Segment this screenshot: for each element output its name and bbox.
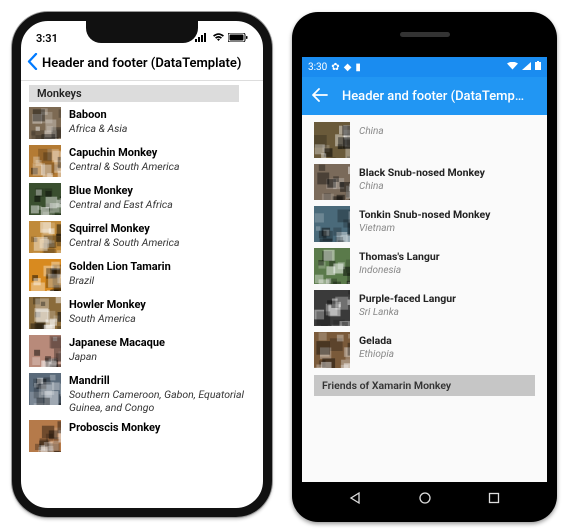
list-item[interactable]: Japanese MacaqueJapan	[29, 332, 255, 370]
monkey-name: Mandrill	[69, 374, 255, 387]
monkey-location: Southern Cameroon, Gabon, Equatorial Gui…	[69, 388, 255, 414]
android-app-bar: Header and footer (DataTemp…	[302, 77, 547, 115]
iphone-device: 3:31 Header and footer (DataTemplate) Mo…	[12, 12, 272, 517]
list-item[interactable]: Howler MonkeySouth America	[29, 294, 255, 332]
monkey-location: Indonesia	[359, 265, 440, 276]
gear-icon: ✿	[331, 62, 339, 73]
monkey-name: Japanese Macaque	[69, 336, 165, 349]
debug-icon: ▮	[355, 62, 361, 73]
monkey-thumbnail	[314, 164, 350, 200]
android-clock: 3:30	[308, 62, 327, 73]
android-overview-icon[interactable]	[487, 490, 501, 504]
android-status-bar: 3:30 ✿ ◆ ▮	[302, 57, 547, 77]
monkey-thumbnail	[314, 290, 350, 326]
android-earpiece	[400, 32, 450, 37]
monkey-location: Central & South America	[69, 160, 180, 173]
monkey-name: Golden Lion Tamarin	[69, 260, 171, 273]
android-back-icon[interactable]	[348, 490, 362, 504]
battery-icon	[535, 61, 541, 73]
monkey-location: Brazil	[69, 274, 171, 287]
android-screen: 3:30 ✿ ◆ ▮ Header and footer	[302, 57, 547, 482]
monkey-name: Proboscis Monkey	[69, 421, 160, 434]
monkey-location: Africa & Asia	[69, 122, 127, 135]
list-item[interactable]: China	[314, 119, 535, 161]
iphone-notch	[86, 21, 198, 43]
wifi-icon	[507, 62, 518, 73]
monkey-location: Ethiopia	[359, 349, 394, 360]
android-list[interactable]: China Black Snub-nosed Monkey China Tonkin …	[302, 115, 547, 482]
list-item[interactable]: Capuchin MonkeyCentral & South America	[29, 142, 255, 180]
monkey-name: Howler Monkey	[69, 298, 146, 311]
monkey-thumbnail	[29, 297, 61, 329]
monkey-thumbnail	[29, 373, 61, 405]
monkey-name: Capuchin Monkey	[69, 146, 180, 159]
android-nav-bar	[292, 486, 557, 508]
monkey-location: China	[359, 181, 485, 192]
monkey-thumbnail	[29, 183, 61, 215]
monkey-thumbnail	[314, 122, 350, 158]
list-item[interactable]: BaboonAfrica & Asia	[29, 104, 255, 142]
monkey-name: Tonkin Snub-nosed Monkey	[359, 208, 490, 221]
list-item[interactable]: MandrillSouthern Cameroon, Gabon, Equato…	[29, 370, 255, 417]
ios-list[interactable]: BaboonAfrica & AsiaCapuchin MonkeyCentra…	[21, 104, 263, 511]
monkey-name: Black Snub-nosed Monkey	[359, 166, 485, 179]
monkey-name: Purple-faced Langur	[359, 292, 456, 305]
wifi-icon	[212, 32, 225, 45]
list-header: Monkeys	[29, 85, 239, 102]
list-item[interactable]: Gelada Ethiopia	[314, 329, 535, 371]
monkey-location: Japan	[69, 350, 165, 363]
list-item[interactable]: Thomas's Langur Indonesia	[314, 245, 535, 287]
monkey-thumbnail	[314, 332, 350, 368]
monkey-location: Central & South America	[69, 236, 180, 249]
signal-icon	[522, 62, 531, 73]
list-item[interactable]: Black Snub-nosed Monkey China	[314, 161, 535, 203]
monkey-thumbnail	[29, 335, 61, 367]
app-icon: ◆	[344, 62, 352, 73]
list-item[interactable]: Blue MonkeyCentral and East Africa	[29, 180, 255, 218]
monkey-thumbnail	[29, 107, 61, 139]
battery-icon	[228, 32, 248, 45]
monkey-location: South America	[69, 312, 146, 325]
monkey-name: Thomas's Langur	[359, 250, 440, 263]
monkey-thumbnail	[29, 420, 61, 452]
monkey-thumbnail	[314, 206, 350, 242]
ios-navigation-bar: Header and footer (DataTemplate)	[21, 51, 263, 81]
page-title: Header and footer (DataTemp…	[342, 89, 524, 104]
monkey-location: China	[359, 126, 384, 137]
monkey-thumbnail	[29, 259, 61, 291]
back-arrow-icon[interactable]	[312, 87, 328, 106]
monkey-location: Central and East Africa	[69, 198, 173, 211]
monkey-thumbnail	[29, 221, 61, 253]
list-footer: Friends of Xamarin Monkey	[314, 375, 535, 396]
back-chevron-icon[interactable]	[27, 53, 38, 75]
monkey-name: Squirrel Monkey	[69, 222, 180, 235]
android-device: 3:30 ✿ ◆ ▮ Header and footer	[292, 12, 557, 522]
list-item[interactable]: Golden Lion TamarinBrazil	[29, 256, 255, 294]
list-item[interactable]: Proboscis Monkey	[29, 417, 255, 455]
signal-icon	[195, 32, 209, 45]
monkey-name: Baboon	[69, 108, 127, 121]
list-item[interactable]: Tonkin Snub-nosed Monkey Vietnam	[314, 203, 535, 245]
monkey-thumbnail	[29, 145, 61, 177]
monkey-name: Blue Monkey	[69, 184, 173, 197]
list-item[interactable]: Squirrel MonkeyCentral & South America	[29, 218, 255, 256]
ios-clock: 3:31	[36, 32, 58, 45]
monkey-thumbnail	[314, 248, 350, 284]
list-item[interactable]: Purple-faced Langur Sri Lanka	[314, 287, 535, 329]
monkey-location: Vietnam	[359, 223, 490, 234]
monkey-location: Sri Lanka	[359, 307, 456, 318]
page-title: Header and footer (DataTemplate)	[42, 56, 241, 71]
android-home-icon[interactable]	[418, 490, 432, 504]
monkey-name: Gelada	[359, 334, 394, 347]
